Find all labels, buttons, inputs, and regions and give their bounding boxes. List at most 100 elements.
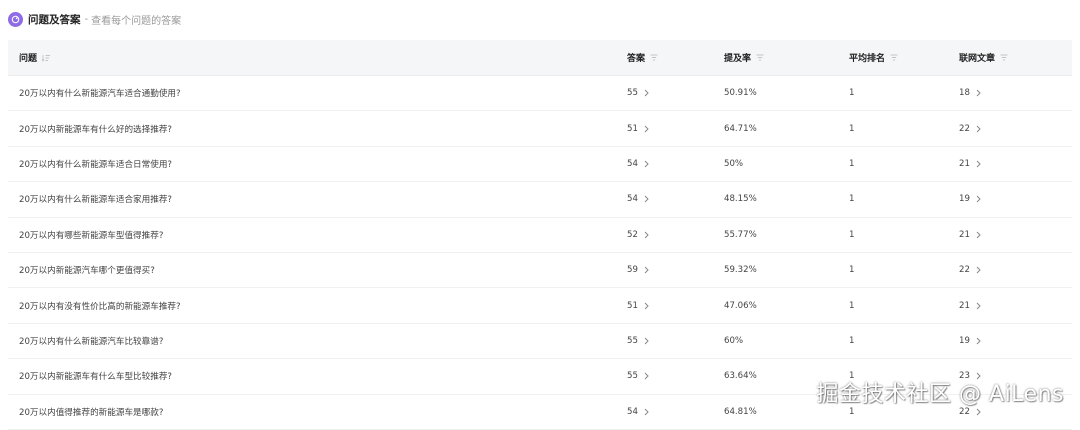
filter-icon[interactable] bbox=[650, 54, 658, 62]
column-header-mention-rate[interactable]: 提及率 bbox=[724, 51, 849, 64]
mention-rate-value: 55.77% bbox=[724, 229, 757, 240]
question-cell[interactable]: 20万以内值得推荐的新能源车是哪款? bbox=[8, 406, 627, 418]
chevron-right-icon[interactable] bbox=[644, 125, 649, 133]
chevron-right-icon[interactable] bbox=[976, 231, 981, 239]
answers-cell[interactable]: 59 bbox=[627, 265, 724, 275]
question-cell[interactable]: 20万以内有什么新能源汽车比较靠谱? bbox=[8, 335, 627, 347]
question-cell[interactable]: 20万以内新能源汽车哪个更值得买? bbox=[8, 264, 627, 276]
articles-count: 18 bbox=[959, 88, 970, 99]
articles-cell[interactable]: 18 bbox=[959, 88, 1072, 98]
mention-rate-value: 50% bbox=[724, 158, 744, 169]
articles-cell[interactable]: 22 bbox=[959, 124, 1072, 134]
articles-cell[interactable]: 22 bbox=[959, 407, 1072, 417]
column-header-avg-rank[interactable]: 平均排名 bbox=[849, 51, 959, 64]
table-row: 20万以内新能源汽车哪个更值得买? 59 59.32% 1 22 bbox=[8, 253, 1072, 289]
question-text: 20万以内值得推荐的新能源车是哪款? bbox=[19, 407, 164, 418]
filter-icon[interactable] bbox=[756, 54, 764, 62]
articles-cell[interactable]: 21 bbox=[959, 301, 1072, 311]
question-cell[interactable]: 20万以内新能源车有什么好的选择推荐? bbox=[8, 123, 627, 135]
mention-rate-value: 64.71% bbox=[724, 123, 757, 134]
question-cell[interactable]: 20万以内有哪些新能源车型值得推荐? bbox=[8, 229, 627, 241]
avg-rank-cell: 1 bbox=[849, 336, 959, 346]
question-cell[interactable]: 20万以内有什么新能源车适合日常使用? bbox=[8, 158, 627, 170]
articles-cell[interactable]: 21 bbox=[959, 230, 1072, 240]
answers-cell[interactable]: 54 bbox=[627, 159, 724, 169]
column-label: 提及率 bbox=[724, 54, 752, 64]
chevron-right-icon[interactable] bbox=[976, 337, 981, 345]
mention-rate-value: 47.06% bbox=[724, 300, 757, 311]
question-cell[interactable]: 20万以内有没有性价比高的新能源车推荐? bbox=[8, 300, 627, 312]
chevron-right-icon[interactable] bbox=[976, 89, 981, 97]
chat-bubble-icon bbox=[8, 11, 23, 27]
answers-count: 54 bbox=[627, 194, 638, 205]
articles-cell[interactable]: 21 bbox=[959, 159, 1072, 169]
chevron-right-icon[interactable] bbox=[644, 195, 649, 203]
table-row: 20万以内有没有性价比高的新能源车推荐? 51 47.06% 1 21 bbox=[8, 288, 1072, 324]
answers-cell[interactable]: 54 bbox=[627, 194, 724, 204]
chevron-right-icon[interactable] bbox=[644, 160, 649, 168]
answers-cell[interactable]: 54 bbox=[627, 407, 724, 417]
articles-count: 19 bbox=[959, 335, 970, 346]
answers-count: 55 bbox=[627, 371, 638, 382]
question-cell[interactable]: 20万以内有什么新能源车适合家用推荐? bbox=[8, 193, 627, 205]
column-label: 问题 bbox=[19, 54, 38, 64]
articles-count: 22 bbox=[959, 406, 970, 417]
answers-cell[interactable]: 55 bbox=[627, 88, 724, 98]
column-header-question[interactable]: 问题 bbox=[8, 51, 627, 64]
avg-rank-cell: 1 bbox=[849, 230, 959, 240]
articles-cell[interactable]: 19 bbox=[959, 194, 1072, 204]
section-subtitle: 查看每个问题的答案 bbox=[91, 15, 182, 27]
articles-cell[interactable]: 22 bbox=[959, 265, 1072, 275]
column-header-answers[interactable]: 答案 bbox=[627, 51, 724, 64]
articles-cell[interactable]: 19 bbox=[959, 336, 1072, 346]
mention-rate-cell: 55.77% bbox=[724, 230, 849, 240]
mention-rate-cell: 50% bbox=[724, 159, 849, 169]
section-header: 问题及答案 - 查看每个问题的答案 bbox=[8, 11, 181, 27]
answers-count: 55 bbox=[627, 88, 638, 99]
question-text: 20万以内有什么新能源车适合日常使用? bbox=[19, 159, 172, 170]
question-text: 20万以内有没有性价比高的新能源车推荐? bbox=[19, 301, 181, 312]
avg-rank-value: 1 bbox=[849, 229, 855, 240]
avg-rank-value: 1 bbox=[849, 265, 855, 276]
articles-count: 21 bbox=[959, 229, 970, 240]
section-title: 问题及答案 bbox=[28, 13, 81, 26]
chevron-right-icon[interactable] bbox=[976, 160, 981, 168]
mention-rate-cell: 64.71% bbox=[724, 124, 849, 134]
avg-rank-cell: 1 bbox=[849, 265, 959, 275]
column-header-linked-articles[interactable]: 联网文章 bbox=[959, 51, 1072, 64]
sort-desc-icon[interactable] bbox=[42, 54, 51, 62]
articles-count: 21 bbox=[959, 158, 970, 169]
mention-rate-value: 60% bbox=[724, 335, 744, 346]
articles-count: 22 bbox=[959, 265, 970, 276]
answers-cell[interactable]: 55 bbox=[627, 371, 724, 381]
filter-icon[interactable] bbox=[890, 54, 898, 62]
answers-cell[interactable]: 51 bbox=[627, 301, 724, 311]
chevron-right-icon[interactable] bbox=[976, 266, 981, 274]
chevron-right-icon[interactable] bbox=[976, 408, 981, 416]
chevron-right-icon[interactable] bbox=[644, 408, 649, 416]
mention-rate-cell: 59.32% bbox=[724, 265, 849, 275]
question-cell[interactable]: 20万以内新能源车有什么车型比较推荐? bbox=[8, 370, 627, 382]
chevron-right-icon[interactable] bbox=[644, 302, 649, 310]
mention-rate-cell: 60% bbox=[724, 336, 849, 346]
chevron-right-icon[interactable] bbox=[976, 125, 981, 133]
chevron-right-icon[interactable] bbox=[644, 372, 649, 380]
answers-cell[interactable]: 52 bbox=[627, 230, 724, 240]
chevron-right-icon[interactable] bbox=[644, 89, 649, 97]
chevron-right-icon[interactable] bbox=[644, 337, 649, 345]
filter-icon[interactable] bbox=[1000, 54, 1008, 62]
answers-cell[interactable]: 55 bbox=[627, 336, 724, 346]
avg-rank-value: 1 bbox=[849, 123, 855, 134]
chevron-right-icon[interactable] bbox=[644, 231, 649, 239]
answers-cell[interactable]: 51 bbox=[627, 124, 724, 134]
watermark: 掘金技术社区 @ AiLens bbox=[816, 382, 1064, 407]
answers-count: 54 bbox=[627, 158, 638, 169]
chevron-right-icon[interactable] bbox=[976, 195, 981, 203]
question-cell[interactable]: 20万以内有什么新能源汽车适合通勤使用? bbox=[8, 87, 627, 99]
answers-count: 51 bbox=[627, 123, 638, 134]
answers-count: 52 bbox=[627, 229, 638, 240]
answers-count: 54 bbox=[627, 406, 638, 417]
table-row: 20万以内有什么新能源车适合家用推荐? 54 48.15% 1 19 bbox=[8, 182, 1072, 218]
chevron-right-icon[interactable] bbox=[644, 266, 649, 274]
chevron-right-icon[interactable] bbox=[976, 302, 981, 310]
